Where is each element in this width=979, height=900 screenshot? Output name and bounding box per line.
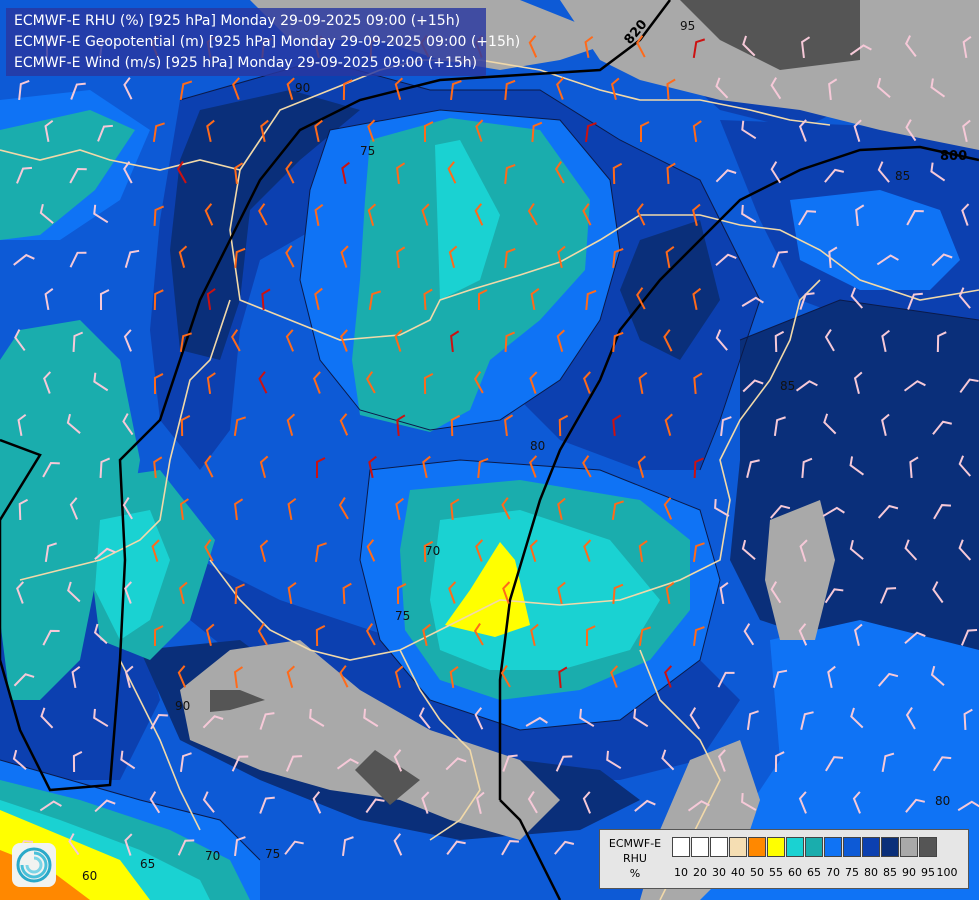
legend-tick-label: 30	[712, 866, 726, 879]
legend-swatch	[881, 837, 899, 857]
legend-swatches	[672, 837, 938, 857]
contour-label: 70	[425, 544, 440, 558]
weather-map: 820 800 95 90 75 85 85 80 70 75 90 65 60…	[0, 0, 979, 900]
legend-tick-label: 85	[883, 866, 897, 879]
contour-label: 60	[82, 869, 97, 883]
ecmwf-logo-icon	[12, 843, 56, 887]
legend-swatch	[805, 837, 823, 857]
legend-tick-label: 90	[902, 866, 916, 879]
legend-tick-label: 70	[826, 866, 840, 879]
legend-tick-label: 60	[788, 866, 802, 879]
legend-swatch	[843, 837, 861, 857]
contour-label: 65	[140, 857, 155, 871]
legend-tick-label: 55	[769, 866, 783, 879]
legend-swatch	[786, 837, 804, 857]
rhu-legend: ECMWF-E RHU % 10 20 30 40 50 55 60 65 70 75 80 85 90…	[599, 829, 969, 889]
legend-tick-label: 65	[807, 866, 821, 879]
contour-label: 75	[395, 609, 410, 623]
legend-tick-label: 75	[845, 866, 859, 879]
legend-tick-label: 80	[864, 866, 878, 879]
legend-tick-label: 50	[750, 866, 764, 879]
contour-label: 85	[895, 169, 910, 183]
legend-tick-label: 95	[921, 866, 935, 879]
legend-tick-label: 40	[731, 866, 745, 879]
legend-swatch	[710, 837, 728, 857]
legend-swatch	[862, 837, 880, 857]
contour-label: 75	[265, 847, 280, 861]
contour-label: 70	[205, 849, 220, 863]
legend-swatch	[729, 837, 747, 857]
contour-label: 80	[530, 439, 545, 453]
legend-tick-label: 20	[693, 866, 707, 879]
map-title-box: ECMWF-E RHU (%) [925 hPa] Monday 29-09-2…	[6, 8, 521, 76]
legend-swatch	[767, 837, 785, 857]
legend-ticks: 10 20 30 40 50 55 60 65 70 75 80 85 90 95 100	[672, 866, 972, 880]
legend-title-model: ECMWF-E	[608, 837, 662, 850]
contour-label: 75	[360, 144, 375, 158]
contour-label: 90	[295, 81, 310, 95]
contour-label: 85	[780, 379, 795, 393]
legend-swatch	[824, 837, 842, 857]
legend-swatch	[748, 837, 766, 857]
geopotential-label-800: 800	[940, 149, 967, 164]
legend-title: ECMWF-E RHU %	[604, 836, 666, 881]
legend-tick-label: 10	[674, 866, 688, 879]
title-geopotential: ECMWF-E Geopotential (m) [925 hPa] Monda…	[14, 34, 521, 50]
legend-tick-label: 100	[936, 866, 958, 879]
contour-label: 80	[935, 794, 950, 808]
title-rhu: ECMWF-E RHU (%) [925 hPa] Monday 29-09-2…	[14, 13, 461, 29]
contour-label: 95	[680, 19, 695, 33]
legend-title-unit: %	[629, 867, 641, 880]
title-wind: ECMWF-E Wind (m/s) [925 hPa] Monday 29-0…	[14, 55, 478, 71]
contour-label: 90	[175, 699, 190, 713]
legend-swatch	[672, 837, 690, 857]
legend-swatch	[691, 837, 709, 857]
legend-title-variable: RHU	[623, 852, 647, 865]
legend-swatch	[919, 837, 937, 857]
legend-swatch	[900, 837, 918, 857]
